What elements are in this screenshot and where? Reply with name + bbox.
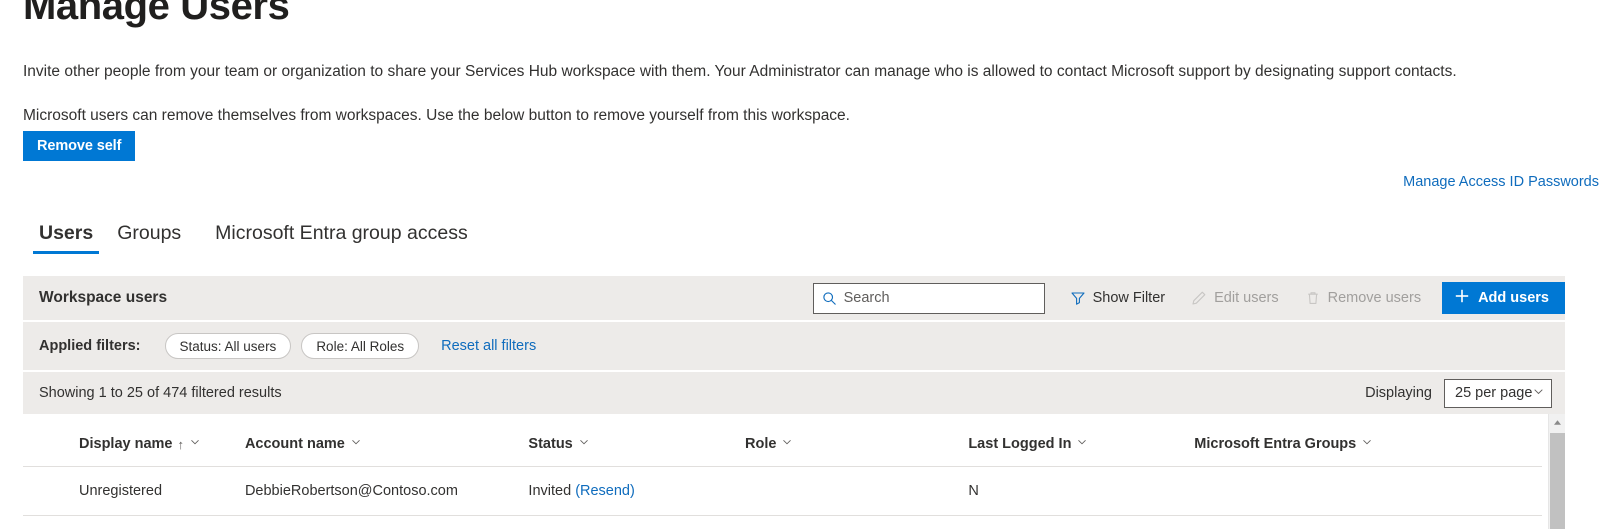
displaying-label: Displaying [1365,385,1432,401]
reset-all-filters-link[interactable]: Reset all filters [441,338,536,354]
tab-groups[interactable]: Groups [105,222,193,254]
column-header-account-name-label: Account name [244,436,345,452]
manage-access-id-passwords-link[interactable]: Manage Access ID Passwords [1403,174,1599,190]
per-page-group: Displaying 25 per page [1365,372,1552,414]
column-header-role[interactable]: Role [745,414,969,467]
intro-paragraph-1: Invite other people from your team or or… [23,63,1457,80]
remove-users-label: Remove users [1327,290,1422,306]
status-badge: Invited [528,483,572,499]
column-header-display-name-label: Display name [79,436,173,452]
scrollbar-thumb[interactable] [1550,433,1565,529]
show-filter-label: Show Filter [1092,290,1166,306]
table-header-row: Display name ↑ Account name Status Role … [23,414,1542,467]
pencil-icon [1191,290,1207,306]
show-filter-button[interactable]: Show Filter [1057,281,1179,315]
remove-self-button[interactable]: Remove self [23,131,136,161]
column-header-role-label: Role [745,436,777,452]
chevron-down-icon [1076,436,1088,452]
funnel-icon [1070,290,1086,306]
workspace-users-panel: Workspace users Search Show Filter Edit … [23,276,1565,529]
search-input[interactable] [843,290,1036,306]
tab-users-label: Users [39,222,94,244]
users-table: Display name ↑ Account name Status Role … [23,414,1542,516]
chevron-down-icon [578,436,590,452]
column-header-display-name[interactable]: Display name ↑ [23,414,245,467]
chevron-down-icon [350,436,362,452]
add-users-button[interactable]: Add users [1442,282,1565,314]
table-vertical-scrollbar[interactable] [1548,414,1565,529]
cell-entra-groups [1194,466,1542,516]
applied-filters-label: Applied filters: [39,338,141,354]
edit-users-button[interactable]: Edit users [1178,281,1291,315]
column-header-status[interactable]: Status [528,414,746,467]
add-users-label: Add users [1478,290,1549,306]
column-header-entra-groups-label: Microsoft Entra Groups [1194,436,1357,452]
showing-results-text: Showing 1 to 25 of 474 filtered results [39,385,282,401]
users-table-head: Display name ↑ Account name Status Role … [23,414,1542,467]
column-header-entra-groups[interactable]: Microsoft Entra Groups [1194,414,1542,467]
page-title: Manage Users [23,0,290,28]
column-header-account-name[interactable]: Account name [244,414,529,467]
tab-users[interactable]: Users [27,222,105,255]
plus-icon [1454,288,1470,308]
cell-status: Invited (Resend) [528,466,746,516]
results-summary-band: Showing 1 to 25 of 474 filtered results … [23,372,1565,414]
cell-last-logged-in: N [968,466,1195,516]
search-box[interactable] [812,282,1045,314]
tab-bar: Users Groups Microsoft Entra group acces… [27,222,490,255]
chevron-down-icon [1361,436,1373,452]
scroll-up-arrow-icon[interactable] [1549,414,1565,431]
sort-ascending-icon: ↑ [177,436,185,452]
tab-entra-group-access-label: Microsoft Entra group access [215,222,468,244]
filter-chip-status[interactable]: Status: All users [164,333,292,359]
chevron-down-icon [189,436,201,452]
trash-icon [1305,290,1321,306]
cell-display-name: Unregistered [23,466,245,516]
remove-users-button[interactable]: Remove users [1292,281,1434,315]
intro-paragraph-2: Microsoft users can remove themselves fr… [23,107,850,124]
toolbar-actions: Show Filter Edit users [812,276,1565,320]
chevron-down-icon [781,436,793,452]
column-header-last-logged-in-label: Last Logged In [968,436,1072,452]
column-header-status-label: Status [528,436,573,452]
tab-groups-label: Groups [117,222,182,244]
cell-account-name: DebbieRobertson@Contoso.com [244,466,529,516]
users-table-body: Unregistered DebbieRobertson@Contoso.com… [23,466,1542,516]
resend-invite-link[interactable]: (Resend) [575,483,635,499]
applied-filters-band: Applied filters: Status: All users Role:… [23,322,1565,370]
per-page-select[interactable]: 25 per page [1444,378,1552,408]
users-table-container: Display name ↑ Account name Status Role … [23,414,1565,529]
per-page-value: 25 per page [1455,385,1533,401]
toolbar-band: Workspace users Search Show Filter Edit … [23,276,1565,320]
workspace-users-title: Workspace users [39,289,168,306]
filter-chip-role[interactable]: Role: All Roles [301,333,420,359]
column-header-last-logged-in[interactable]: Last Logged In [968,414,1195,467]
manage-users-page: Manage Users Invite other people from yo… [0,0,1622,529]
tab-entra-group-access[interactable]: Microsoft Entra group access [193,222,490,254]
chevron-down-icon [1532,385,1545,402]
cell-role [745,466,969,516]
table-row[interactable]: Unregistered DebbieRobertson@Contoso.com… [23,466,1542,516]
search-icon [822,291,837,306]
edit-users-label: Edit users [1214,290,1279,306]
applied-filters-group: Applied filters: Status: All users Role:… [39,322,536,370]
